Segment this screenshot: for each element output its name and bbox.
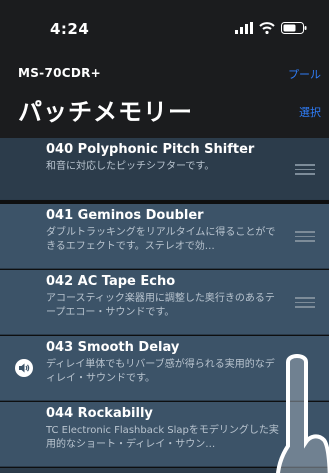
pointing-finger-icon [276, 354, 329, 473]
patch-title: 042 AC Tape Echo [46, 274, 176, 289]
wifi-icon [259, 22, 275, 34]
reorder-handle-icon[interactable] [295, 297, 315, 308]
patch-description: ディレイ単体でもリバーブ感が得られる実用的なディレイ・サウンドです。 [46, 359, 275, 384]
patch-row[interactable]: 042 AC Tape Echo アコースティック楽器用に調整した奥行きのあるテ… [0, 270, 329, 335]
patch-title: 040 Polyphonic Pitch Shifter [46, 142, 255, 157]
patch-row[interactable]: 041 Geminos Doubler ダブルトラッキングをリアルタイムに得るこ… [0, 204, 329, 269]
patch-description: ダブルトラッキングをリアルタイムに得ることができるエフェクトです。ステレオで効… [46, 227, 276, 252]
status-icons [235, 22, 307, 34]
battery-icon [281, 22, 307, 34]
pool-button[interactable]: プール [288, 66, 321, 82]
nav-bar: MS-70CDR+ プール パッチメモリー 選択 [0, 58, 329, 138]
reorder-handle-icon[interactable] [295, 164, 315, 175]
select-button[interactable]: 選択 [299, 104, 321, 120]
status-time: 4:24 [50, 20, 90, 38]
patch-description: TC Electronic Flashback Slapをモデリングした実用的な… [46, 425, 279, 450]
device-name: MS-70CDR+ [18, 66, 102, 80]
patch-title: 041 Geminos Doubler [46, 208, 204, 223]
reorder-handle-icon[interactable] [295, 231, 315, 242]
patch-title: 044 Rockabilly [46, 406, 153, 421]
speaker-icon[interactable] [15, 359, 33, 377]
patch-title: 043 Smooth Delay [46, 340, 180, 355]
patch-row[interactable]: 040 Polyphonic Pitch Shifter 和音に対応したピッチシ… [0, 138, 329, 200]
signal-icon [235, 22, 253, 34]
patch-description: アコースティック楽器用に調整した奥行きのあるテープエコー・サウンドです。 [46, 293, 275, 318]
patch-description: 和音に対応したピッチシフターです。 [46, 161, 215, 172]
status-bar: 4:24 [0, 0, 329, 58]
page-title: パッチメモリー [18, 98, 193, 126]
